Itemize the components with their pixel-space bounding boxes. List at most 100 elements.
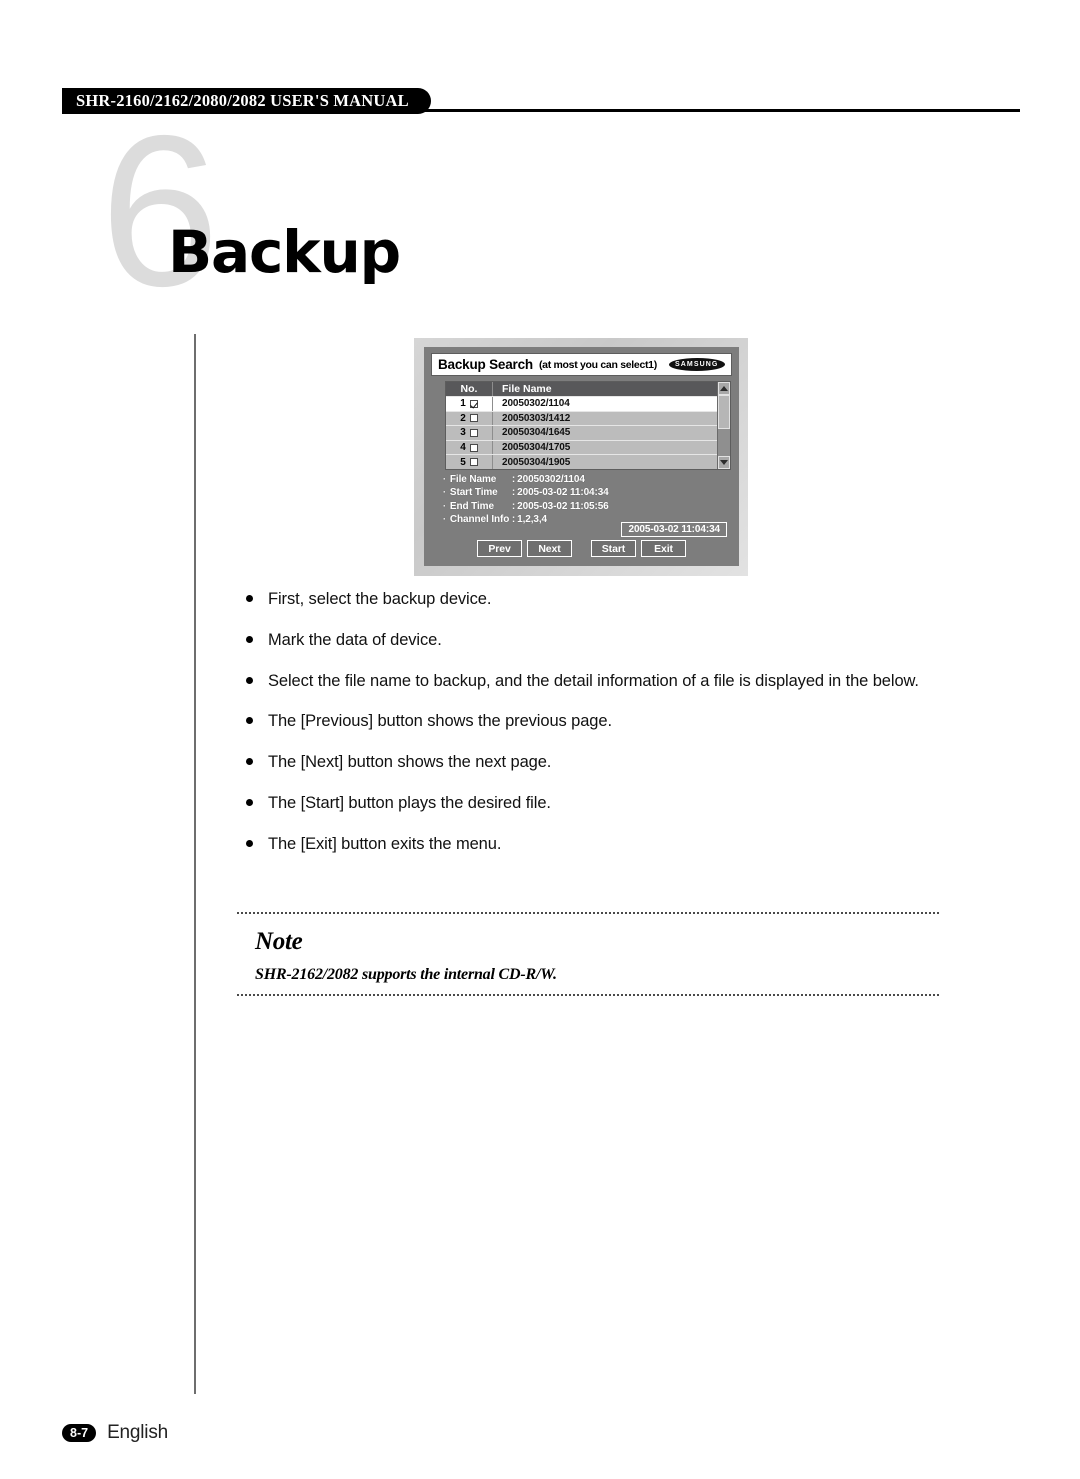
list-item: First, select the backup device.	[246, 590, 1006, 610]
row-file-name: 20050302/1104	[502, 398, 570, 410]
list-item: Mark the data of device.	[246, 631, 1006, 651]
detail-bullet-icon: ·	[443, 500, 446, 511]
file-list-rows: No. File Name 1 20050302/1104 2 20050303…	[446, 382, 717, 469]
row-checkbox[interactable]	[469, 458, 478, 467]
bullet-dot-icon	[246, 595, 253, 602]
detail-value: 2005-03-02 11:04:34	[517, 487, 609, 499]
bullet-dot-icon	[246, 758, 253, 766]
list-item: The [Exit] button exits the menu.	[246, 835, 1006, 855]
table-row[interactable]: 5 20050304/1905	[446, 454, 717, 469]
row-no-cell: 2	[446, 411, 493, 426]
file-list-table: No. File Name 1 20050302/1104 2 20050303…	[445, 381, 731, 470]
table-header-row: No. File Name	[446, 382, 717, 396]
bullet-dot-icon	[246, 635, 253, 643]
dialog-body: Backup Search (at most you can select1) …	[424, 347, 739, 566]
table-row[interactable]: 3 20050304/1645	[446, 425, 717, 440]
table-row[interactable]: 1 20050302/1104	[446, 396, 717, 411]
bullet-dot-icon	[246, 676, 253, 684]
chevron-down-icon	[720, 459, 728, 465]
list-item-label: The [Start] button plays the desired fil…	[268, 793, 551, 812]
row-checkbox[interactable]	[469, 414, 478, 423]
detail-bullet-icon: ·	[443, 513, 446, 524]
backup-search-dialog-screenshot: Backup Search (at most you can select1) …	[414, 338, 748, 576]
list-item: Select the file name to backup, and the …	[246, 672, 1006, 692]
header-divider-rule	[395, 109, 1020, 112]
start-button[interactable]: Start	[591, 540, 636, 557]
detail-separator: :	[511, 473, 516, 485]
chapter-name: Backup	[168, 218, 401, 286]
note-text: SHR-2162/2082 supports the internal CD-R…	[255, 966, 557, 983]
row-checkbox[interactable]	[469, 399, 478, 408]
row-number: 5	[460, 456, 466, 468]
dialog-button-bar: Prev Next Start Exit	[424, 540, 739, 557]
row-file-name: 20050303/1412	[502, 412, 571, 424]
row-checkbox[interactable]	[469, 428, 478, 437]
row-checkbox[interactable]	[469, 443, 478, 452]
row-number: 2	[460, 412, 466, 424]
footer-language-label: English	[107, 1422, 168, 1443]
chapter-heading: 6 Backup	[100, 103, 520, 318]
scroll-down-button[interactable]	[718, 455, 730, 469]
detail-separator: :	[511, 500, 516, 512]
detail-value: 2005-03-02 11:05:56	[517, 500, 609, 512]
row-no-cell: 5	[446, 455, 493, 469]
scroll-up-button[interactable]	[718, 382, 730, 395]
samsung-logo-text: SAMSUNG	[675, 361, 719, 368]
samsung-logo: SAMSUNG	[668, 358, 726, 371]
detail-value: 1,2,3,4	[517, 513, 548, 525]
row-file-name: 20050304/1905	[502, 456, 571, 468]
row-number: 1	[460, 398, 466, 410]
dialog-title-note: (at most you can select1)	[538, 358, 657, 371]
page-footer: 8-7 English	[62, 1422, 168, 1444]
detail-row-file-name: · File Name : 20050302/1104	[443, 473, 732, 486]
detail-label: File Name	[449, 473, 497, 485]
chevron-up-icon	[720, 386, 728, 391]
page-number-badge: 8-7	[62, 1423, 97, 1443]
detail-row-end-time: · End Time : 2005-03-02 11:05:56	[443, 500, 732, 513]
note-callout: Note SHR-2162/2082 supports the internal…	[237, 912, 939, 996]
row-file-name: 20050304/1645	[502, 427, 571, 439]
row-no-cell: 1	[446, 397, 493, 411]
bullet-dot-icon	[246, 717, 253, 725]
column-header-no: No.	[446, 382, 493, 396]
scrollbar-thumb[interactable]	[718, 395, 730, 430]
detail-separator: :	[511, 487, 516, 499]
list-item-label: The [Next] button shows the next page.	[268, 753, 552, 772]
detail-label: End Time	[449, 500, 494, 512]
left-margin-rule	[194, 334, 196, 1394]
dialog-title: Backup Search	[438, 357, 533, 372]
list-item-label: Select the file name to backup, and the …	[268, 671, 919, 690]
list-item-label: The [Previous] button shows the previous…	[268, 712, 612, 731]
table-row[interactable]: 4 20050304/1705	[446, 439, 717, 455]
row-file-name: 20050304/1705	[502, 442, 571, 454]
table-row[interactable]: 2 20050303/1412	[446, 410, 717, 426]
detail-value: 20050302/1104	[517, 473, 585, 485]
prev-button[interactable]: Prev	[477, 540, 522, 557]
row-no-cell: 3	[446, 426, 493, 440]
bullet-dot-icon	[246, 798, 253, 806]
dialog-clock-display: 2005-03-02 11:04:34	[621, 522, 727, 537]
detail-separator: :	[511, 513, 516, 525]
detail-bullet-icon: ·	[443, 473, 446, 484]
list-item-label: Mark the data of device.	[268, 630, 442, 649]
dialog-titlebar: Backup Search (at most you can select1) …	[431, 353, 732, 376]
detail-bullet-icon: ·	[443, 487, 446, 498]
list-item-label: First, select the backup device.	[268, 590, 492, 608]
list-item: The [Previous] button shows the previous…	[246, 712, 1006, 732]
row-number: 3	[460, 427, 466, 439]
list-item: The [Next] button shows the next page.	[246, 753, 1006, 773]
file-list-scrollbar[interactable]	[717, 382, 730, 469]
next-button[interactable]: Next	[527, 540, 572, 557]
row-number: 4	[460, 442, 466, 454]
detail-label: Start Time	[449, 487, 498, 499]
bullet-dot-icon	[246, 839, 253, 847]
scrollbar-track[interactable]	[718, 395, 730, 456]
exit-button[interactable]: Exit	[641, 540, 686, 557]
instruction-list: First, select the backup device. Mark th…	[246, 590, 1006, 876]
list-item: The [Start] button plays the desired fil…	[246, 794, 1006, 814]
column-header-file-name: File Name	[502, 383, 552, 395]
detail-label: Channel Info	[449, 513, 510, 525]
row-no-cell: 4	[446, 440, 493, 455]
file-detail-info: · File Name : 20050302/1104 · Start Time…	[443, 473, 732, 526]
detail-row-start-time: · Start Time : 2005-03-02 11:04:34	[443, 486, 732, 499]
